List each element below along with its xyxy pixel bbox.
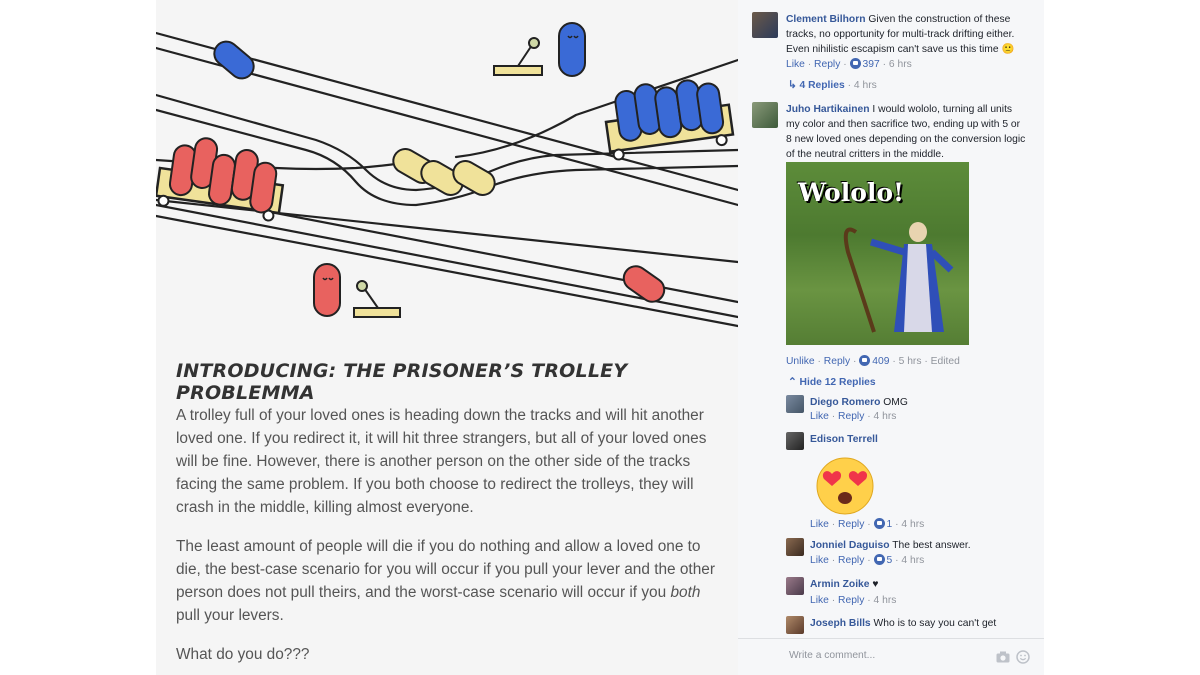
reply-arrow-icon: ↳ — [788, 80, 797, 91]
post-area: INTRODUCING: THE PRISONER’S TROLLEY PROB… — [156, 0, 738, 675]
like-count-icon — [873, 554, 885, 565]
comment-actions: Like · Reply · 4 hrs — [810, 595, 897, 606]
post-question: What do you do??? — [176, 646, 310, 663]
comment-time[interactable]: 4 hrs — [874, 595, 897, 606]
comment-time[interactable]: 5 hrs — [899, 356, 922, 367]
like-count[interactable]: 409 — [872, 356, 889, 367]
blue-person-standing — [558, 22, 586, 77]
chevron-up-icon: ⌃ — [788, 377, 797, 388]
like-link[interactable]: Like — [810, 411, 829, 422]
like-link[interactable]: Like — [810, 555, 829, 566]
post-paragraph: The least amount of people will die if y… — [176, 538, 715, 624]
camera-icon[interactable] — [996, 651, 1010, 663]
write-comment-box[interactable]: Write a comment... — [738, 638, 1044, 675]
comment-author[interactable]: Jonniel Daguiso — [810, 540, 890, 551]
reply-link[interactable]: Reply — [824, 356, 850, 367]
like-count-icon — [873, 518, 885, 529]
like-count-icon — [859, 355, 871, 366]
comment-author[interactable]: Armin Zoike — [810, 579, 870, 590]
post-paragraph: A trolley full of your loved ones is hea… — [176, 407, 707, 516]
red-person-standing — [313, 263, 341, 317]
priest-figure — [843, 222, 954, 333]
sad-emoji-icon: 🙁 — [1001, 44, 1015, 55]
comment-actions: Like · Reply · 5 · 4 hrs — [810, 554, 925, 566]
avatar[interactable] — [752, 102, 778, 128]
comment-time[interactable]: 6 hrs — [889, 59, 912, 70]
comment-image[interactable]: Wololo! — [786, 162, 969, 345]
heart-eyes-emoji-icon — [816, 457, 874, 515]
reply-link[interactable]: Reply — [838, 595, 864, 606]
comment-author[interactable]: Diego Romero — [810, 397, 880, 408]
comment-time[interactable]: 4 hrs — [874, 411, 897, 422]
hide-replies-link[interactable]: ⌃ Hide 12 Replies — [788, 376, 876, 388]
reply-link[interactable]: Reply — [838, 519, 864, 530]
avatar[interactable] — [786, 538, 804, 556]
comment-time[interactable]: 4 hrs — [901, 519, 924, 530]
reply-link[interactable]: Reply — [838, 555, 864, 566]
lever-top — [493, 37, 543, 76]
like-count[interactable]: 1 — [887, 519, 893, 530]
like-link[interactable]: Like — [810, 519, 829, 530]
comment-actions: Like · Reply · 397 · 6 hrs — [786, 58, 912, 70]
comment-author[interactable]: Juho Hartikainen — [786, 104, 870, 115]
trolley-problem-illustration — [156, 22, 738, 328]
comment-input[interactable]: Write a comment... — [789, 650, 875, 661]
comment-actions: Like · Reply · 4 hrs — [810, 411, 897, 422]
comment-text: OMG — [883, 397, 908, 408]
like-link[interactable]: Like — [810, 595, 829, 606]
like-link[interactable]: Like — [786, 59, 805, 70]
avatar[interactable] — [786, 432, 804, 450]
like-count[interactable]: 5 — [887, 555, 893, 566]
comment-text: Who is to say you can't get — [873, 618, 997, 629]
comments-panel: Clement Bilhorn Given the construction o… — [738, 0, 1044, 675]
red-person-lying — [622, 265, 666, 303]
blue-trolley — [604, 79, 735, 161]
comment-author[interactable]: Edison Terrell — [810, 434, 878, 445]
view-replies-link[interactable]: ↳ 4 Replies · 4 hrs — [788, 79, 877, 91]
heart-icon: ♥ — [872, 579, 879, 590]
reply-link[interactable]: Reply — [838, 411, 864, 422]
reply-link[interactable]: Reply — [814, 59, 840, 70]
avatar[interactable] — [752, 12, 778, 38]
unlike-link[interactable]: Unlike — [786, 356, 815, 367]
comment-text: The best answer. — [892, 540, 971, 551]
like-count[interactable]: 397 — [863, 59, 880, 70]
avatar[interactable] — [786, 577, 804, 595]
avatar[interactable] — [786, 395, 804, 413]
blue-person-lying — [213, 40, 255, 80]
post-headline: INTRODUCING: THE PRISONER’S TROLLEY PROB… — [176, 360, 628, 404]
comment-actions: Unlike · Reply · 409 · 5 hrs · Edited — [786, 355, 960, 367]
comment-author[interactable]: Clement Bilhorn — [786, 14, 866, 25]
comment-time[interactable]: 4 hrs — [901, 555, 924, 566]
avatar[interactable] — [786, 616, 804, 634]
comment-actions: Like · Reply · 1 · 4 hrs — [810, 518, 925, 530]
comment-author[interactable]: Joseph Bills — [810, 618, 871, 629]
lever-bottom — [353, 280, 401, 318]
edited-label[interactable]: Edited — [931, 356, 960, 367]
like-count-icon — [849, 58, 861, 69]
track-line — [156, 214, 738, 328]
track-line — [156, 198, 738, 264]
emoji-icon[interactable] — [1016, 650, 1030, 664]
